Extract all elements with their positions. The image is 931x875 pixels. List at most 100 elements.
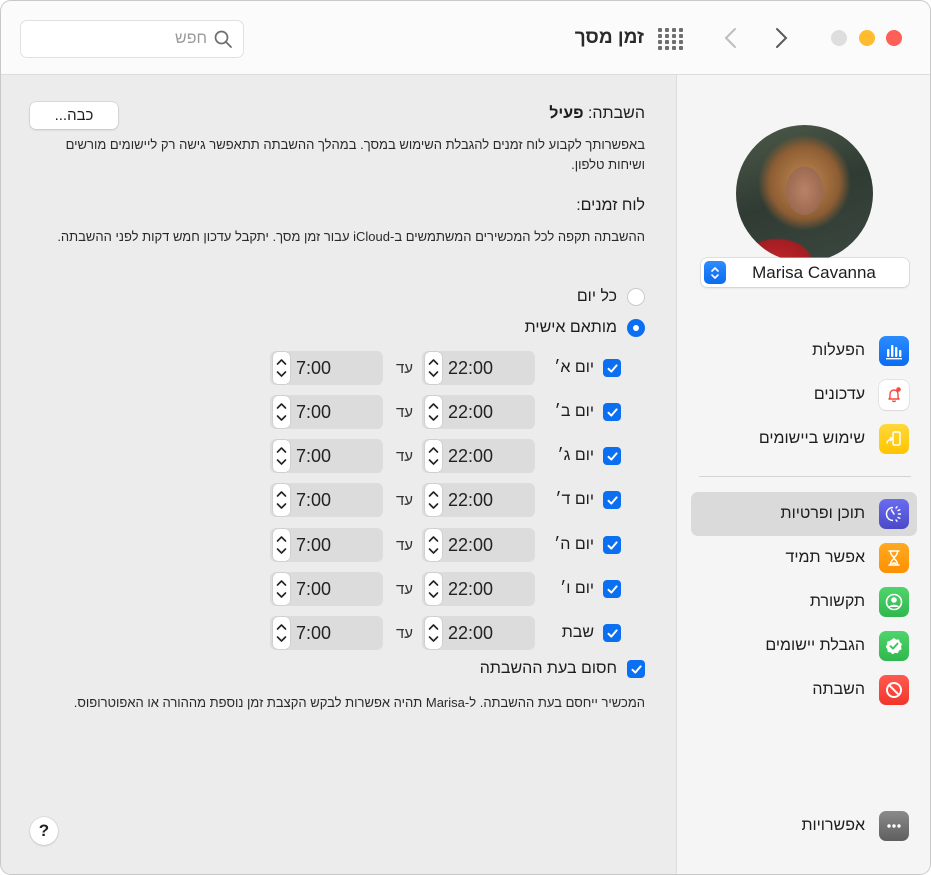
end-time-value[interactable]: 7:00	[296, 579, 331, 600]
block-description: המכשיר ייחסם בעת ההשבתה. ל-Marisa תהיה א…	[73, 695, 645, 710]
start-time-field[interactable]: 22:00	[422, 439, 535, 473]
end-time-value[interactable]: 7:00	[296, 623, 331, 644]
back-button[interactable]	[719, 23, 743, 53]
app-pickup-icon	[879, 424, 909, 454]
start-time-field[interactable]: 22:00	[422, 572, 535, 606]
day-schedule-row: יום ג׳ 22:00 עד 7:00	[261, 439, 621, 473]
start-time-value[interactable]: 22:00	[448, 490, 493, 511]
radio-every-day[interactable]: כל יום	[577, 288, 645, 306]
day-checkbox[interactable]	[603, 359, 621, 377]
end-time-stepper[interactable]	[273, 573, 290, 605]
start-time-field[interactable]: 22:00	[422, 528, 535, 562]
start-time-value[interactable]: 22:00	[448, 358, 493, 379]
until-label: עד	[395, 360, 413, 377]
sidebar-item-activity[interactable]: הפעלות	[691, 329, 917, 373]
start-time-field[interactable]: 22:00	[422, 351, 535, 385]
end-time-field[interactable]: 7:00	[270, 439, 383, 473]
radio-button[interactable]	[627, 319, 645, 337]
minimize-button[interactable]	[859, 30, 875, 46]
end-time-field[interactable]: 7:00	[270, 572, 383, 606]
end-time-field[interactable]: 7:00	[270, 395, 383, 429]
no-entry-icon	[879, 675, 909, 705]
turn-off-button[interactable]: כבה...	[30, 102, 118, 129]
day-checkbox[interactable]	[603, 491, 621, 509]
search-field[interactable]	[20, 20, 244, 58]
stepper-arrows-icon	[425, 624, 442, 653]
user-popup-button[interactable]: Marisa Cavanna	[701, 258, 909, 287]
start-time-stepper[interactable]	[425, 352, 442, 384]
start-time-stepper[interactable]	[425, 529, 442, 561]
sidebar-item-always-allowed[interactable]: אפשר תמיד	[691, 536, 917, 580]
end-time-value[interactable]: 7:00	[296, 402, 331, 423]
sidebar-item-options[interactable]: אפשרויות	[691, 804, 917, 848]
forward-button[interactable]	[769, 23, 793, 53]
radio-label: מותאם אישית	[524, 319, 617, 336]
stepper-arrows-icon	[273, 624, 290, 653]
show-all-button[interactable]	[658, 28, 686, 50]
stepper-arrows-icon	[273, 536, 290, 565]
radio-label: כל יום	[576, 288, 617, 305]
end-time-stepper[interactable]	[273, 440, 290, 472]
sidebar-item-downtime[interactable]: השבתה	[691, 668, 917, 712]
sidebar-divider	[699, 476, 911, 477]
sidebar-item-content-privacy[interactable]: תוכן ופרטיות	[691, 492, 917, 536]
sidebar-item-pickups[interactable]: שימוש ביישומים	[691, 417, 917, 461]
start-time-field[interactable]: 22:00	[422, 395, 535, 429]
help-button[interactable]: ?	[30, 817, 58, 845]
end-time-stepper[interactable]	[273, 352, 290, 384]
block-at-downtime-label: חסום בעת ההשבתה	[479, 660, 617, 677]
sidebar-item-label: הפעלות	[812, 342, 865, 359]
stepper-arrows-icon	[425, 580, 442, 609]
end-time-field[interactable]: 7:00	[270, 351, 383, 385]
day-checkbox[interactable]	[603, 580, 621, 598]
block-at-downtime-option[interactable]: חסום בעת ההשבתה	[480, 660, 645, 678]
end-time-field[interactable]: 7:00	[270, 528, 383, 562]
end-time-stepper[interactable]	[273, 396, 290, 428]
block-at-downtime-checkbox[interactable]	[627, 660, 645, 678]
end-time-stepper[interactable]	[273, 529, 290, 561]
start-time-stepper[interactable]	[425, 617, 442, 649]
end-time-value[interactable]: 7:00	[296, 446, 331, 467]
sidebar-item-notifications[interactable]: עדכונים	[691, 373, 917, 417]
day-checkbox[interactable]	[603, 447, 621, 465]
user-avatar	[736, 125, 873, 262]
checkmark-icon	[607, 407, 618, 417]
start-time-stepper[interactable]	[425, 396, 442, 428]
start-time-stepper[interactable]	[425, 573, 442, 605]
radio-custom[interactable]: מותאם אישית	[525, 319, 645, 337]
start-time-field[interactable]: 22:00	[422, 616, 535, 650]
end-time-stepper[interactable]	[273, 484, 290, 516]
stepper-arrows-icon	[425, 447, 442, 476]
day-checkbox[interactable]	[603, 536, 621, 554]
end-time-value[interactable]: 7:00	[296, 358, 331, 379]
start-time-field[interactable]: 22:00	[422, 483, 535, 517]
start-time-value[interactable]: 22:00	[448, 535, 493, 556]
end-time-value[interactable]: 7:00	[296, 535, 331, 556]
day-checkbox[interactable]	[603, 624, 621, 642]
sidebar-item-communication[interactable]: תקשורת	[691, 580, 917, 624]
start-time-value[interactable]: 22:00	[448, 579, 493, 600]
close-button[interactable]	[886, 30, 902, 46]
day-schedule-row: יום ה׳ 22:00 עד 7:00	[261, 528, 621, 562]
schedule-description: ההשבתה תקפה לכל המכשירים המשתמשים ב-iClo…	[57, 229, 645, 244]
start-time-value[interactable]: 22:00	[448, 402, 493, 423]
end-time-field[interactable]: 7:00	[270, 616, 383, 650]
day-label: יום ב׳	[554, 403, 594, 420]
sidebar-item-app-limits[interactable]: הגבלת יישומים	[691, 624, 917, 668]
chevron-left-icon	[724, 28, 736, 48]
end-time-field[interactable]: 7:00	[270, 483, 383, 517]
sidebar-item-label: הגבלת יישומים	[765, 637, 865, 654]
day-checkbox[interactable]	[603, 403, 621, 421]
day-schedule-row: יום ד׳ 22:00 עד 7:00	[261, 483, 621, 517]
start-time-value[interactable]: 22:00	[448, 446, 493, 467]
stepper-arrows-icon	[273, 491, 290, 520]
radio-button[interactable]	[627, 288, 645, 306]
start-time-value[interactable]: 22:00	[448, 623, 493, 644]
end-time-value[interactable]: 7:00	[296, 490, 331, 511]
zoom-button[interactable]	[831, 30, 847, 46]
start-time-stepper[interactable]	[425, 440, 442, 472]
until-label: עד	[395, 625, 413, 642]
end-time-stepper[interactable]	[273, 617, 290, 649]
start-time-stepper[interactable]	[425, 484, 442, 516]
search-input[interactable]	[37, 30, 207, 48]
